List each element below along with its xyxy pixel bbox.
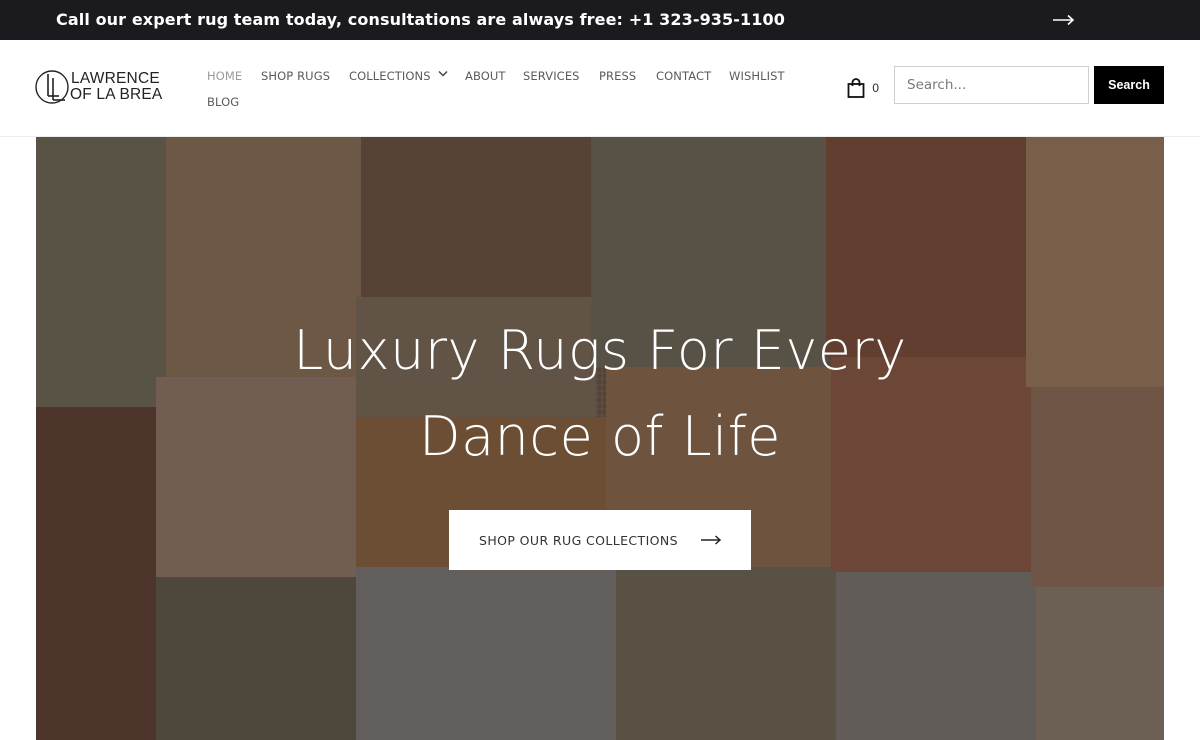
nav-item-home[interactable]: HOME <box>207 69 242 83</box>
shop-collections-label: SHOP OUR RUG COLLECTIONS <box>479 533 678 548</box>
nav-item-about[interactable]: ABOUT <box>465 69 506 83</box>
announcement-bar: Call our expert rug team today, consulta… <box>0 0 1200 40</box>
nav-item-blog[interactable]: BLOG <box>207 95 239 109</box>
logo-text-line1: LAWRENCE <box>71 70 160 87</box>
chevron-down-icon[interactable] <box>438 70 448 78</box>
cart-count: 0 <box>872 81 880 95</box>
search-button[interactable]: Search <box>1094 66 1164 104</box>
nav-item-contact[interactable]: CONTACT <box>656 69 711 83</box>
shopping-bag-icon[interactable] <box>847 78 865 98</box>
announcement-text: Call our expert rug team today, consulta… <box>56 10 785 29</box>
nav-item-services[interactable]: SERVICES <box>523 69 580 83</box>
arrow-right-icon <box>701 535 722 545</box>
hero-title-line2: Dance of Life <box>418 405 781 468</box>
nav-item-collections[interactable]: COLLECTIONS <box>349 69 431 83</box>
logo-text-line2: OF LA BREA <box>70 86 163 103</box>
arrow-right-icon[interactable] <box>1052 12 1076 28</box>
hero-banner: Luxury Rugs For Every Dance of Life SHOP… <box>36 137 1164 740</box>
nav-item-wishlist[interactable]: WISHLIST <box>729 69 785 83</box>
site-logo[interactable]: LAWRENCE OF LA BREA <box>35 68 165 108</box>
nav-item-press[interactable]: PRESS <box>599 69 636 83</box>
nav-item-shop-rugs[interactable]: SHOP RUGS <box>261 69 330 83</box>
hero-title-line1: Luxury Rugs For Every <box>293 319 907 382</box>
search-input[interactable] <box>894 66 1089 104</box>
shop-collections-button[interactable]: SHOP OUR RUG COLLECTIONS <box>449 510 751 570</box>
ll-monogram-icon <box>35 70 69 104</box>
